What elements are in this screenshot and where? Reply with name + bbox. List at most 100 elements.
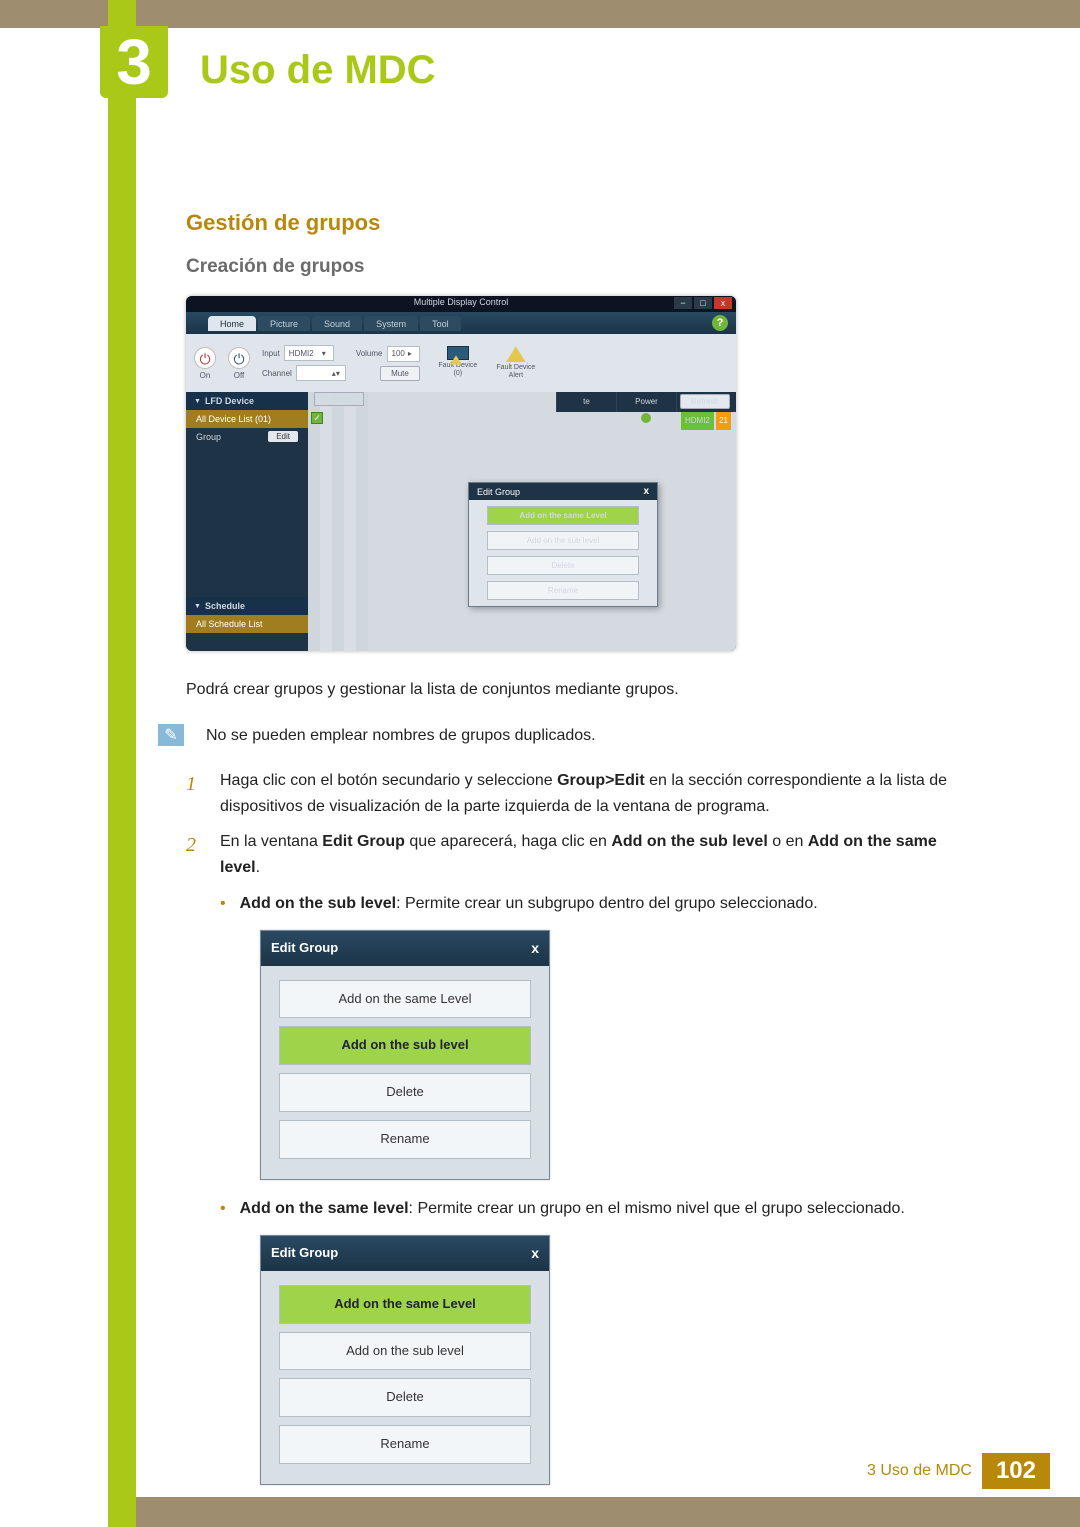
subsection-heading: Creación de grupos <box>186 256 976 278</box>
fault-block: Fault Device (0) Fault Device Alert <box>436 346 538 379</box>
step-body: Haga clic con el botón secundario y sele… <box>220 768 976 819</box>
content-area: Gestión de grupos Creación de grupos Mul… <box>186 210 976 1511</box>
sidebar: LFD Device All Device List (01) Group Ed… <box>186 392 308 651</box>
close-icon[interactable]: x <box>531 1242 539 1264</box>
close-icon[interactable]: x <box>714 297 732 309</box>
dialog-opt-rename[interactable]: Rename <box>279 1120 531 1159</box>
sidebar-lfd-header[interactable]: LFD Device <box>186 392 308 410</box>
dialog-opt-same-level[interactable]: Add on the same Level <box>279 980 531 1019</box>
footer-band <box>136 1497 1080 1527</box>
step-1: 1 Haga clic con el botón secundario y se… <box>186 768 976 819</box>
control-bar: On Off InputHDMI2▾ Channel▴▾ Volume100▸ … <box>186 334 736 392</box>
dialog-opt-sub-level[interactable]: Add on the sub level <box>279 1332 531 1371</box>
fault-device-button[interactable]: Fault Device (0) <box>436 346 480 379</box>
close-icon[interactable]: x <box>643 486 649 497</box>
page: 3 Uso de MDC Gestión de grupos Creación … <box>0 0 1080 1527</box>
sidebar-edit-button[interactable]: Edit <box>268 431 298 442</box>
power-off-button[interactable]: Off <box>226 347 252 380</box>
mdc-body: LFD Device All Device List (01) Group Ed… <box>186 392 736 651</box>
volume-input[interactable]: 100▸ <box>387 346 420 362</box>
sub-bullet-list: • Add on the same level: Permite crear u… <box>220 1196 976 1222</box>
edit-group-dialog-sub: Edit Group x Add on the same Level Add o… <box>260 930 550 1180</box>
tab-tool[interactable]: Tool <box>420 316 461 331</box>
tab-sound[interactable]: Sound <box>312 316 362 331</box>
hdmi-chip: HDMI2 <box>681 412 714 430</box>
left-color-bar <box>108 0 136 1527</box>
popup-opt-sub-level[interactable]: Add on the sub level <box>487 531 639 550</box>
dialog-opt-same-level[interactable]: Add on the same Level <box>279 1285 531 1324</box>
maximize-icon[interactable]: □ <box>694 297 712 309</box>
text: . <box>256 859 260 876</box>
bullet-same-level: • Add on the same level: Permite crear u… <box>220 1196 976 1222</box>
add-button[interactable]: Add <box>314 392 364 406</box>
input-value: HDMI2 <box>289 349 314 358</box>
cell-input: HDMI2 21 <box>676 412 736 430</box>
fault-alert-button[interactable]: Fault Device Alert <box>494 346 538 379</box>
row-checkbox[interactable] <box>311 412 323 424</box>
dialog-opt-delete[interactable]: Delete <box>279 1073 531 1112</box>
page-number: 102 <box>982 1453 1050 1489</box>
table-row[interactable]: HDMI2 21 <box>556 412 736 430</box>
popup-opt-delete[interactable]: Delete <box>487 556 639 575</box>
step-list: 1 Haga clic con el botón secundario y se… <box>186 768 976 1501</box>
tab-home[interactable]: Home <box>208 316 256 331</box>
sidebar-spacer <box>186 445 308 597</box>
help-icon[interactable]: ? <box>712 315 728 331</box>
app-tab-bar: Home Picture Sound System Tool ? <box>186 312 736 334</box>
window-titlebar: Multiple Display Control − □ x <box>186 296 736 312</box>
bullet-body: Add on the sub level: Permite crear un s… <box>240 891 976 917</box>
dialog-body: Add on the same Level Add on the sub lev… <box>261 1271 549 1484</box>
refresh-button[interactable]: Refresh <box>680 394 730 409</box>
sidebar-group-row: Group Edit <box>186 428 308 445</box>
grid-area <box>308 392 368 651</box>
sidebar-all-schedule[interactable]: All Schedule List <box>186 615 308 633</box>
channel-select[interactable]: ▴▾ <box>296 365 346 381</box>
sidebar-all-device[interactable]: All Device List (01) <box>186 410 308 428</box>
dialog-opt-sub-level[interactable]: Add on the sub level <box>279 1026 531 1065</box>
edit-group-dialog-same: Edit Group x Add on the same Level Add o… <box>260 1235 550 1485</box>
popup-opt-same-level[interactable]: Add on the same Level <box>487 506 639 525</box>
window-controls: − □ x <box>674 297 732 309</box>
warning-icon <box>506 346 526 362</box>
sidebar-schedule-header[interactable]: Schedule <box>186 597 308 615</box>
edit-group-popup: Edit Group x Add on the same Level Add o… <box>468 482 658 607</box>
dialog-body: Add on the same Level Add on the sub lev… <box>261 966 549 1179</box>
input-select[interactable]: HDMI2 ▾ <box>284 345 334 361</box>
top-color-bar <box>0 0 1080 28</box>
popup-titlebar: Edit Group x <box>469 483 657 500</box>
mute-button[interactable]: Mute <box>380 366 420 381</box>
power-on-button[interactable]: On <box>192 347 218 380</box>
bold-text: Edit Group <box>322 833 405 850</box>
text: : Permite crear un grupo en el mismo niv… <box>409 1200 905 1217</box>
text: que aparecerá, haga clic en <box>405 833 611 850</box>
power-off-label: Off <box>226 371 252 380</box>
dialog-opt-rename[interactable]: Rename <box>279 1425 531 1464</box>
intro-paragraph: Podrá crear grupos y gestionar la lista … <box>186 677 976 703</box>
footer: 3 Uso de MDC 102 <box>867 1453 1050 1489</box>
dialog-title: Edit Group <box>271 938 338 959</box>
spinner-icon: ▴▾ <box>331 369 341 378</box>
status-dot-icon <box>641 413 651 423</box>
step-body: En la ventana Edit Group que aparecerá, … <box>220 829 976 1501</box>
tab-system[interactable]: System <box>364 316 418 331</box>
text: o en <box>768 833 808 850</box>
tab-picture[interactable]: Picture <box>258 316 310 331</box>
volume-block: Volume 100▸ Mute <box>356 346 420 381</box>
bullet-sub-level: • Add on the sub level: Permite crear un… <box>220 891 976 917</box>
close-icon[interactable]: x <box>531 937 539 959</box>
dialog-opt-delete[interactable]: Delete <box>279 1378 531 1417</box>
chapter-title: Uso de MDC <box>200 48 436 93</box>
section-heading: Gestión de grupos <box>186 210 976 236</box>
chevron-down-icon: ▾ <box>319 349 329 358</box>
minimize-icon[interactable]: − <box>674 297 692 309</box>
mdc-screenshot: Multiple Display Control − □ x Home Pict… <box>186 296 736 651</box>
sidebar-pad <box>186 633 308 651</box>
count-chip: 21 <box>716 412 731 430</box>
cell-power <box>616 412 676 430</box>
power-on-label: On <box>192 371 218 380</box>
bullet-icon: • <box>220 1196 226 1222</box>
volume-label: Volume <box>356 349 383 358</box>
bold-text: Group>Edit <box>557 772 645 789</box>
popup-opt-rename[interactable]: Rename <box>487 581 639 600</box>
bullet-body: Add on the same level: Permite crear un … <box>240 1196 976 1222</box>
